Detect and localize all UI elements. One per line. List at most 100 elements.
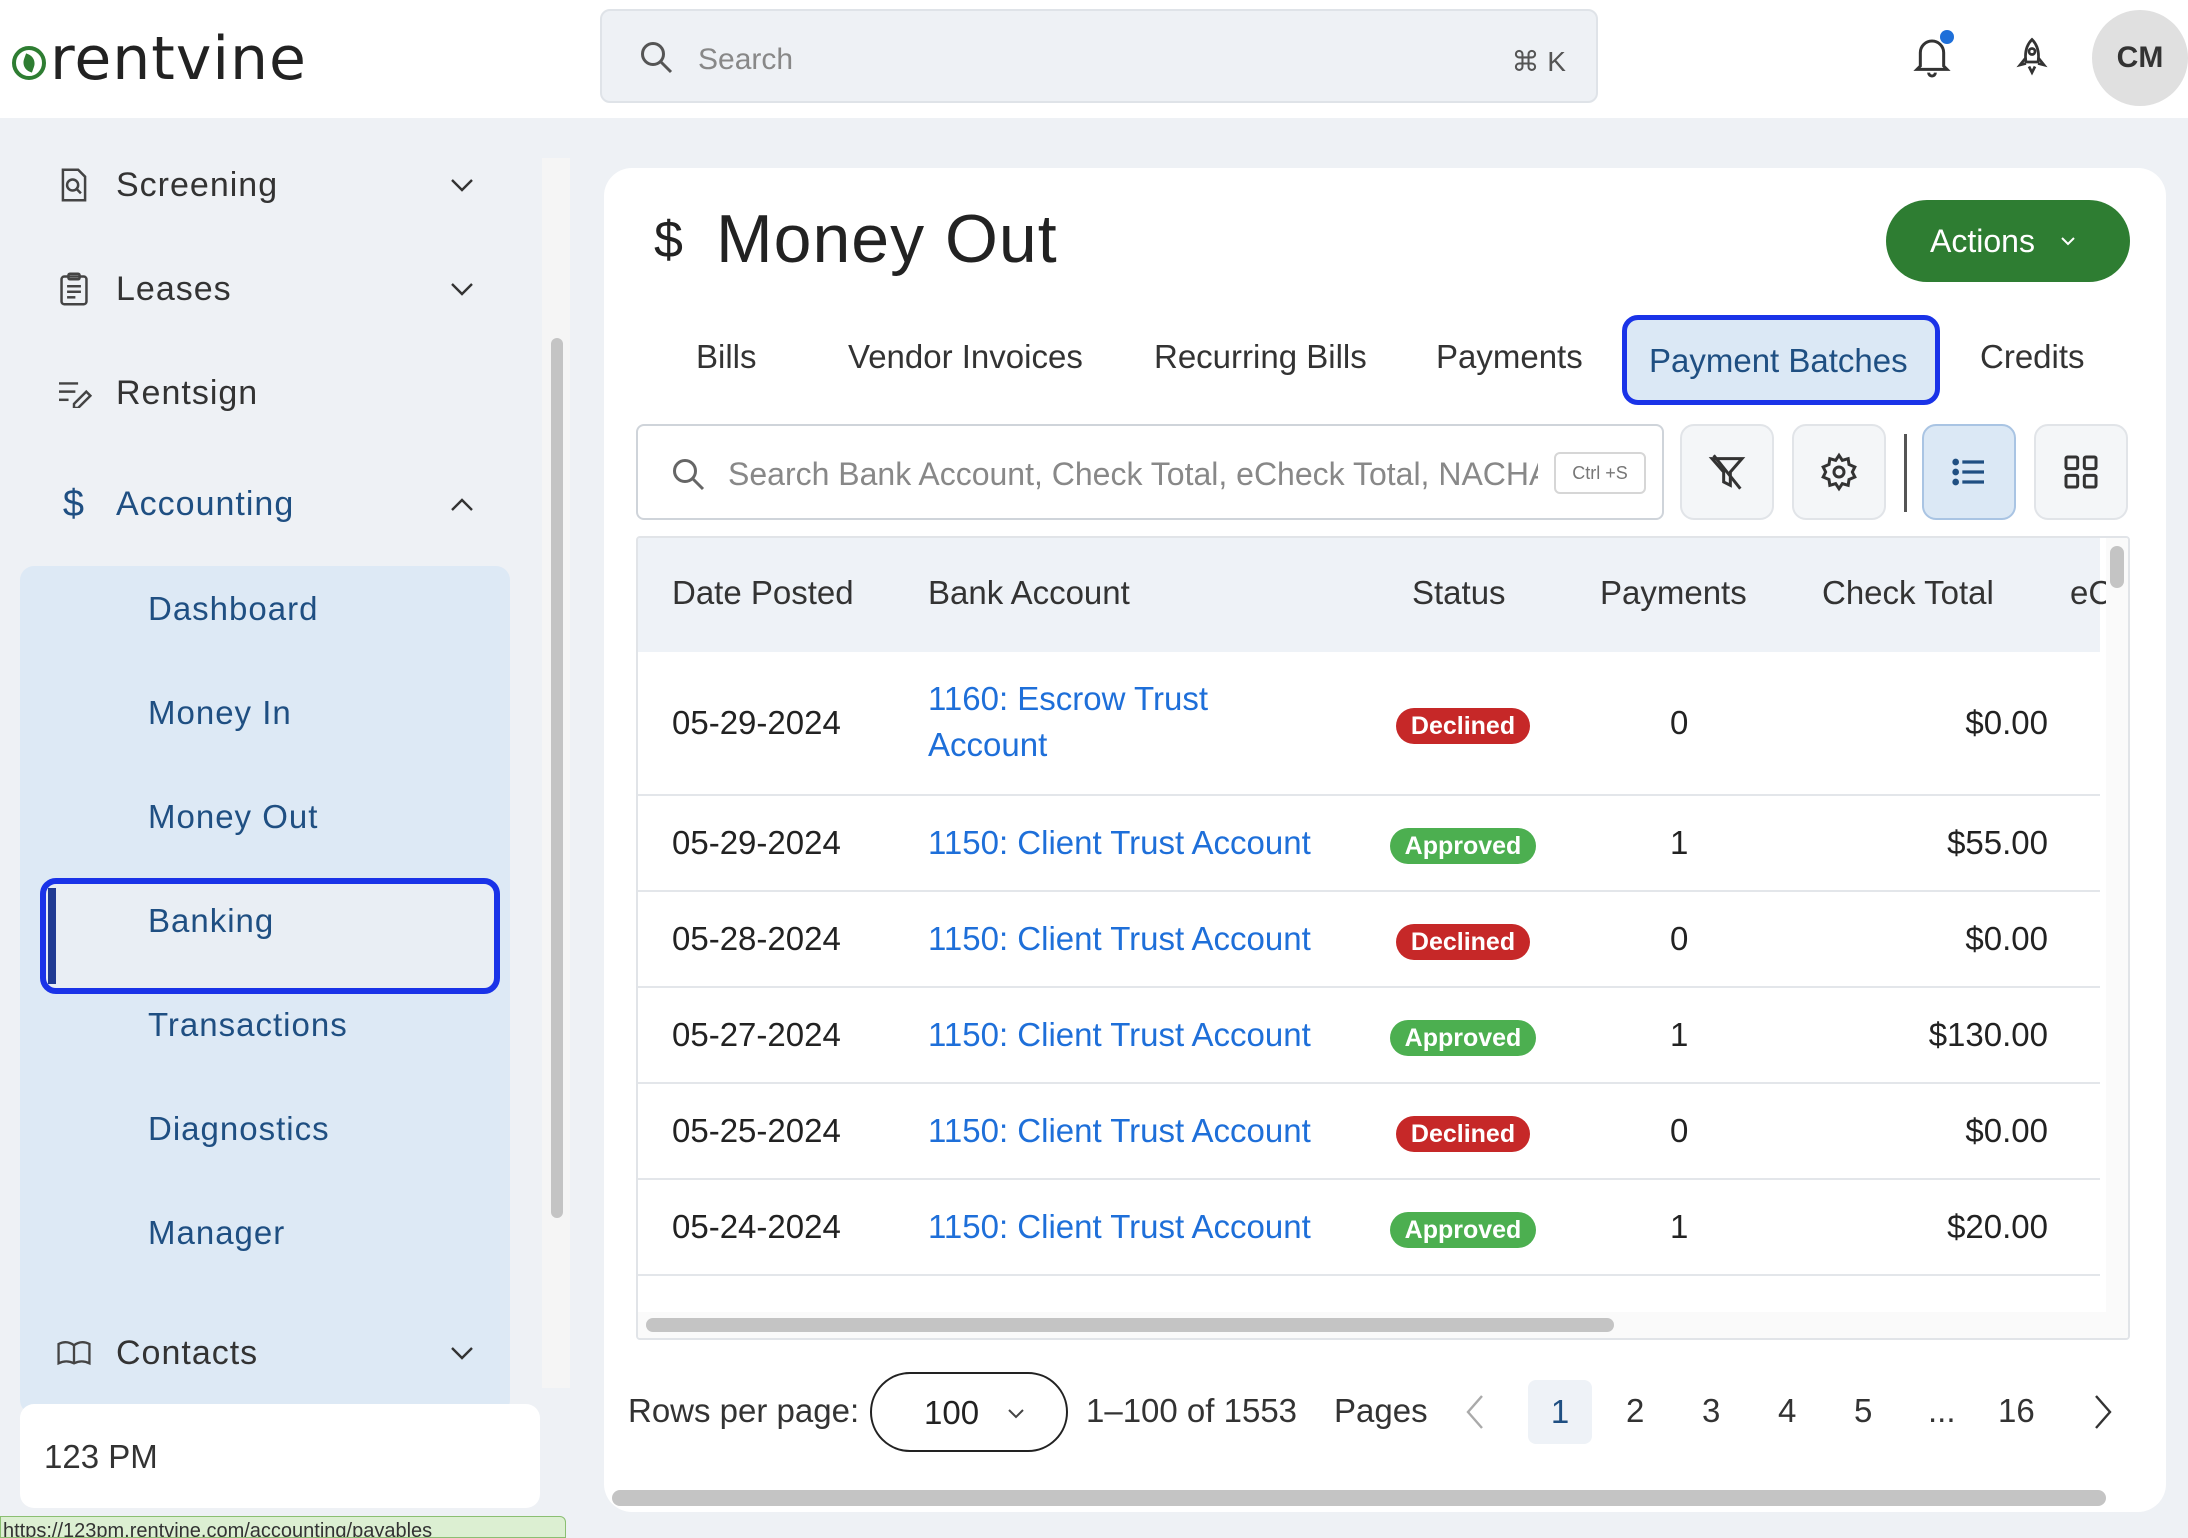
table-search-placeholder: Search Bank Account, Check Total, eCheck… <box>728 456 1538 492</box>
cell-bank-account-link[interactable]: 1150: Client Trust Account <box>928 1208 1311 1246</box>
page-button-current[interactable]: 1 <box>1528 1380 1592 1444</box>
sidebar: Screening Leases Rentsign $ Accounting D… <box>0 118 570 1538</box>
table-vertical-scrollbar[interactable] <box>2106 538 2128 1312</box>
table-row[interactable]: 05-28-2024 1150: Client Trust Account De… <box>638 892 2100 988</box>
cell-bank-account-link[interactable]: 1150: Client Trust Account <box>928 824 1311 862</box>
status-url: https://123pm.rentvine.com/accounting/pa… <box>0 1516 566 1538</box>
sidebar-item-screening[interactable]: Screening <box>56 155 278 215</box>
actions-button[interactable]: Actions <box>1886 200 2130 282</box>
cell-bank-account-link[interactable]: 1150: Client Trust Account <box>928 1016 1311 1054</box>
table-row[interactable]: 05-29-2024 1150: Client Trust Account Ap… <box>638 796 2100 892</box>
chevron-down-icon[interactable] <box>448 280 476 298</box>
chevron-left-icon[interactable] <box>1462 1392 1488 1432</box>
chevron-down-icon[interactable] <box>448 1344 476 1362</box>
screening-icon <box>56 167 92 203</box>
sidebar-item-rentsign[interactable]: Rentsign <box>56 363 258 423</box>
page-button[interactable]: 5 <box>1854 1392 1872 1430</box>
filter-off-icon <box>1708 454 1746 490</box>
sidebar-sub-money-in[interactable]: Money In <box>148 694 292 732</box>
grid-view-button[interactable] <box>2034 424 2128 520</box>
list-view-button[interactable] <box>1922 424 2016 520</box>
sidebar-item-label: Leases <box>116 269 232 308</box>
tab-payments[interactable]: Payments <box>1436 338 1583 376</box>
sidebar-item-contacts[interactable]: Contacts <box>56 1323 258 1383</box>
page-button[interactable]: 16 <box>1998 1392 2035 1430</box>
page-button[interactable]: 2 <box>1626 1392 1644 1430</box>
tab-label: Payment Batches <box>1649 342 1908 379</box>
gear-icon <box>1821 452 1857 492</box>
sidebar-sub-dashboard[interactable]: Dashboard <box>148 590 318 628</box>
tab-credits[interactable]: Credits <box>1980 338 2085 376</box>
book-icon <box>56 1335 92 1371</box>
sidebar-item-label: Screening <box>116 165 279 204</box>
table-horizontal-scroll-thumb[interactable] <box>646 1318 1614 1332</box>
column-header-status[interactable]: Status <box>1412 574 1506 612</box>
cell-bank-account-link[interactable]: 1160: Escrow Trust <box>928 680 1208 718</box>
tab-bills[interactable]: Bills <box>696 338 757 376</box>
table-search-input[interactable]: Search Bank Account, Check Total, eCheck… <box>636 424 1664 520</box>
cell-payments: 0 <box>1670 920 1689 957</box>
sidebar-item-label: Contacts <box>116 1333 259 1372</box>
rocket-icon[interactable] <box>2014 36 2050 76</box>
status-badge: Approved <box>1390 828 1536 864</box>
page-icon: $ <box>654 211 683 269</box>
avatar[interactable]: CM <box>2092 10 2188 106</box>
sidebar-sub-money-out[interactable]: Money Out <box>148 798 318 836</box>
chevron-up-icon[interactable] <box>448 496 476 514</box>
chevron-right-icon[interactable] <box>2090 1392 2116 1432</box>
page-button[interactable]: 4 <box>1778 1392 1796 1430</box>
table-row[interactable]: 05-29-2024 1160: Escrow Trust Account De… <box>638 652 2100 796</box>
sidebar-sub-manager[interactable]: Manager <box>148 1214 285 1252</box>
rows-per-page-label: Rows per page: <box>628 1392 860 1429</box>
sidebar-item-leases[interactable]: Leases <box>56 259 232 319</box>
cell-date: 05-29-2024 <box>672 704 841 741</box>
table-vertical-scroll-thumb[interactable] <box>2110 546 2124 588</box>
search-icon <box>673 459 705 491</box>
sidebar-scroll-thumb[interactable] <box>551 338 563 1218</box>
table-row[interactable]: 05-24-2024 1150: Client Trust Account Ap… <box>638 1180 2100 1276</box>
cell-bank-account-link-cont[interactable]: Account <box>928 726 1047 764</box>
cell-check-total: $130.00 <box>1928 1016 2048 1053</box>
company-name: 123 PM <box>44 1438 158 1475</box>
cell-payments: 1 <box>1670 824 1689 861</box>
sidebar-sub-diagnostics[interactable]: Diagnostics <box>148 1110 330 1148</box>
settings-button[interactable] <box>1792 424 1886 520</box>
cell-check-total: $55.00 <box>1947 824 2048 861</box>
cell-check-total: $20.00 <box>1947 1208 2048 1245</box>
rows-per-page-select[interactable]: 100 <box>870 1372 1068 1452</box>
chevron-down-icon <box>2061 237 2075 246</box>
actions-label: Actions <box>1930 222 2035 259</box>
table-row[interactable]: 05-25-2024 1150: Client Trust Account De… <box>638 1084 2100 1180</box>
tab-payment-batches[interactable]: Payment Batches <box>1622 315 1940 405</box>
cell-bank-account-link[interactable]: 1150: Client Trust Account <box>928 920 1311 958</box>
notification-dot <box>1940 30 1954 44</box>
cell-check-total: $0.00 <box>1965 1112 2048 1149</box>
sidebar-sub-transactions[interactable]: Transactions <box>148 1006 348 1044</box>
dollar-icon: $ <box>62 482 86 525</box>
column-header-payments[interactable]: Payments <box>1600 574 1747 612</box>
toolbar-divider <box>1904 434 1907 512</box>
panel-horizontal-scrollbar[interactable] <box>612 1490 2106 1506</box>
cell-date: 05-29-2024 <box>672 824 841 861</box>
chevron-down-icon[interactable] <box>448 176 476 194</box>
column-header-date-posted[interactable]: Date Posted <box>672 574 854 612</box>
table-row[interactable]: 05-27-2024 1150: Client Trust Account Ap… <box>638 988 2100 1084</box>
search-icon <box>641 42 673 74</box>
sidebar-sub-banking[interactable]: Banking <box>148 902 274 940</box>
global-search-input[interactable]: Search ⌘ K <box>600 9 1598 103</box>
rentsign-icon <box>56 375 92 411</box>
column-header-bank-account[interactable]: Bank Account <box>928 574 1130 612</box>
company-switcher[interactable]: 123 PM <box>20 1404 540 1508</box>
cell-bank-account-link[interactable]: 1150: Client Trust Account <box>928 1112 1311 1150</box>
page-button[interactable]: 3 <box>1702 1392 1720 1430</box>
leaf-icon <box>12 46 46 80</box>
rentvine-logo[interactable]: rentvine <box>12 24 307 94</box>
cell-payments: 1 <box>1670 1016 1689 1053</box>
tab-vendor-invoices[interactable]: Vendor Invoices <box>848 338 1083 376</box>
chevron-down-icon <box>1008 1409 1024 1419</box>
tab-recurring-bills[interactable]: Recurring Bills <box>1154 338 1367 376</box>
column-header-check-total[interactable]: Check Total <box>1822 574 1994 612</box>
search-placeholder: Search <box>698 43 794 76</box>
sidebar-item-accounting[interactable]: $ Accounting <box>56 474 294 534</box>
clear-filter-button[interactable] <box>1680 424 1774 520</box>
